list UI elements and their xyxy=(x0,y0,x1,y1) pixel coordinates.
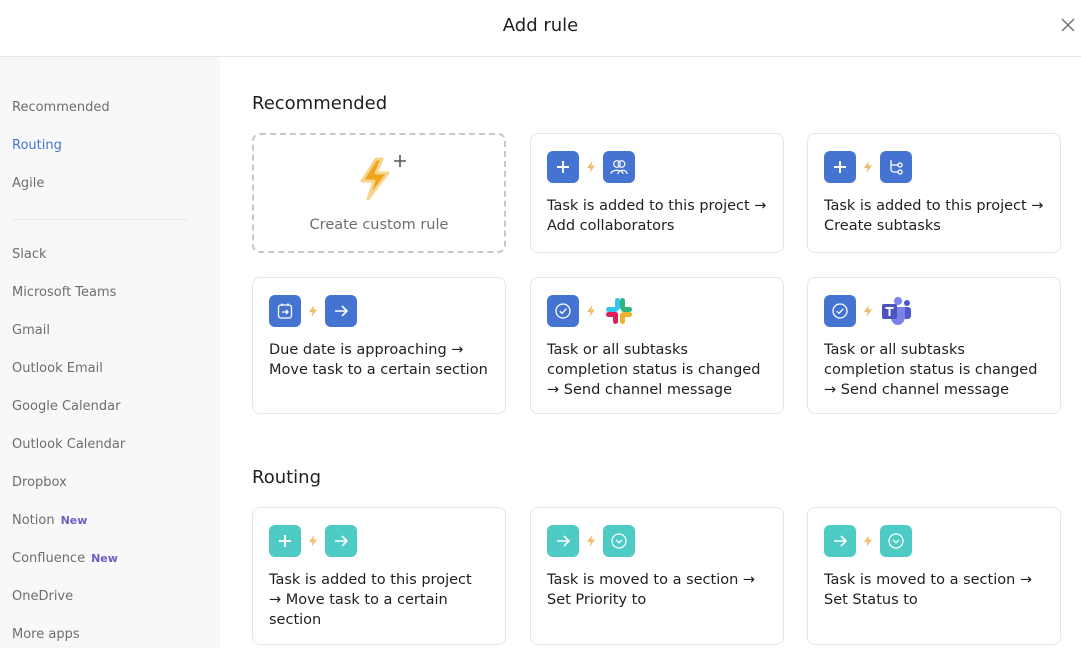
sidebar-item-label: Recommended xyxy=(12,100,110,115)
bolt-icon xyxy=(856,161,880,173)
arrow-right-icon xyxy=(325,295,357,327)
sidebar-divider xyxy=(12,219,187,220)
subtasks-icon xyxy=(880,151,912,183)
sidebar-item-google-calendar[interactable]: Google Calendar xyxy=(12,399,120,414)
sidebar-item-dropbox[interactable]: Dropbox xyxy=(12,475,67,490)
create-custom-rule-label: Create custom rule xyxy=(309,217,449,233)
bolt-icon xyxy=(856,305,880,317)
close-button[interactable] xyxy=(1057,14,1079,36)
rule-text: Task is added to this project → Move tas… xyxy=(269,572,472,628)
sidebar-item-recommended[interactable]: Recommended xyxy=(12,100,110,115)
close-icon xyxy=(1061,18,1075,32)
sidebar-item-outlook-email[interactable]: Outlook Email xyxy=(12,361,103,376)
chevron-circle-icon xyxy=(880,525,912,557)
new-badge: New xyxy=(60,514,88,527)
check-circle-icon xyxy=(824,295,856,327)
rule-card[interactable]: Task is added to this project → Move tas… xyxy=(252,507,506,645)
bolt-icon xyxy=(579,535,603,547)
plus-icon xyxy=(547,151,579,183)
sidebar-item-confluence[interactable]: Confluence New xyxy=(12,551,118,566)
section-title-recommended: Recommended xyxy=(252,93,388,114)
plus-icon xyxy=(824,151,856,183)
check-circle-icon xyxy=(547,295,579,327)
calendar-arrow-icon xyxy=(269,295,301,327)
rule-card[interactable]: Due date is approaching → Move task to a… xyxy=(252,277,506,414)
rule-card[interactable]: Task or all subtasks completion status i… xyxy=(807,277,1061,414)
arrow-right-icon xyxy=(325,525,357,557)
sidebar-item-gmail[interactable]: Gmail xyxy=(12,323,50,338)
sidebar-item-label: Gmail xyxy=(12,323,50,338)
sidebar-item-slack[interactable]: Slack xyxy=(12,247,47,262)
sidebar-item-onedrive[interactable]: OneDrive xyxy=(12,589,73,604)
dialog-header: Add rule xyxy=(0,0,1081,57)
rule-text: Due date is approaching → Move task to a… xyxy=(269,342,488,378)
chevron-circle-icon xyxy=(603,525,635,557)
sidebar-item-microsoft-teams[interactable]: Microsoft Teams xyxy=(12,285,116,300)
rule-text: Task is moved to a section → Set Priorit… xyxy=(547,572,756,608)
arrow-right-icon xyxy=(824,525,856,557)
arrow-right-icon xyxy=(547,525,579,557)
sidebar-item-agile[interactable]: Agile xyxy=(12,176,44,191)
sidebar-item-more-apps[interactable]: More apps xyxy=(12,627,80,642)
sidebar-item-label: Microsoft Teams xyxy=(12,285,117,300)
bolt-icon xyxy=(301,535,325,547)
sidebar-item-label: Routing xyxy=(12,138,62,153)
rule-text: Task or all subtasks completion status i… xyxy=(547,342,761,398)
collaborators-icon xyxy=(603,151,635,183)
sidebar-item-outlook-calendar[interactable]: Outlook Calendar xyxy=(12,437,125,452)
sidebar: Recommended Routing Agile Slack Microsof… xyxy=(0,57,220,648)
sidebar-item-label: Agile xyxy=(12,176,45,191)
sidebar-item-label: Outlook Email xyxy=(12,361,103,376)
bolt-icon xyxy=(579,305,603,317)
rule-card[interactable]: Task is moved to a section → Set Priorit… xyxy=(530,507,784,645)
sidebar-item-label: More apps xyxy=(12,627,80,642)
sidebar-item-label: Notion xyxy=(12,513,55,528)
sidebar-item-routing[interactable]: Routing xyxy=(12,138,62,153)
sidebar-item-label: Dropbox xyxy=(12,475,67,490)
new-badge: New xyxy=(91,552,118,565)
rule-text: Task is added to this project → Create s… xyxy=(824,198,1044,234)
rule-card[interactable]: Task is added to this project → Add coll… xyxy=(530,133,784,253)
sidebar-item-label: Confluence xyxy=(12,551,86,566)
bolt-icon xyxy=(579,161,603,173)
section-title-routing: Routing xyxy=(252,467,322,488)
teams-icon xyxy=(880,295,912,327)
rule-text: Task is added to this project → Add coll… xyxy=(547,198,767,234)
create-custom-rule-card[interactable]: Create custom rule xyxy=(252,133,506,253)
lightning-plus-icon xyxy=(360,155,406,201)
plus-icon xyxy=(269,525,301,557)
sidebar-item-label: Google Calendar xyxy=(12,399,121,414)
sidebar-item-notion[interactable]: Notion New xyxy=(12,513,87,528)
bolt-icon xyxy=(301,305,325,317)
sidebar-item-label: Outlook Calendar xyxy=(12,437,126,452)
rule-text: Task is moved to a section → Set Status … xyxy=(824,572,1033,608)
dialog-title: Add rule xyxy=(502,15,579,36)
rule-card[interactable]: Task is moved to a section → Set Status … xyxy=(807,507,1061,645)
rule-card[interactable]: Task or all subtasks completion status i… xyxy=(530,277,784,414)
slack-icon xyxy=(603,295,635,327)
bolt-icon xyxy=(856,535,880,547)
sidebar-item-label: OneDrive xyxy=(12,589,74,604)
rule-text: Task or all subtasks completion status i… xyxy=(824,342,1038,398)
sidebar-item-label: Slack xyxy=(12,247,47,262)
rule-card[interactable]: Task is added to this project → Create s… xyxy=(807,133,1061,253)
